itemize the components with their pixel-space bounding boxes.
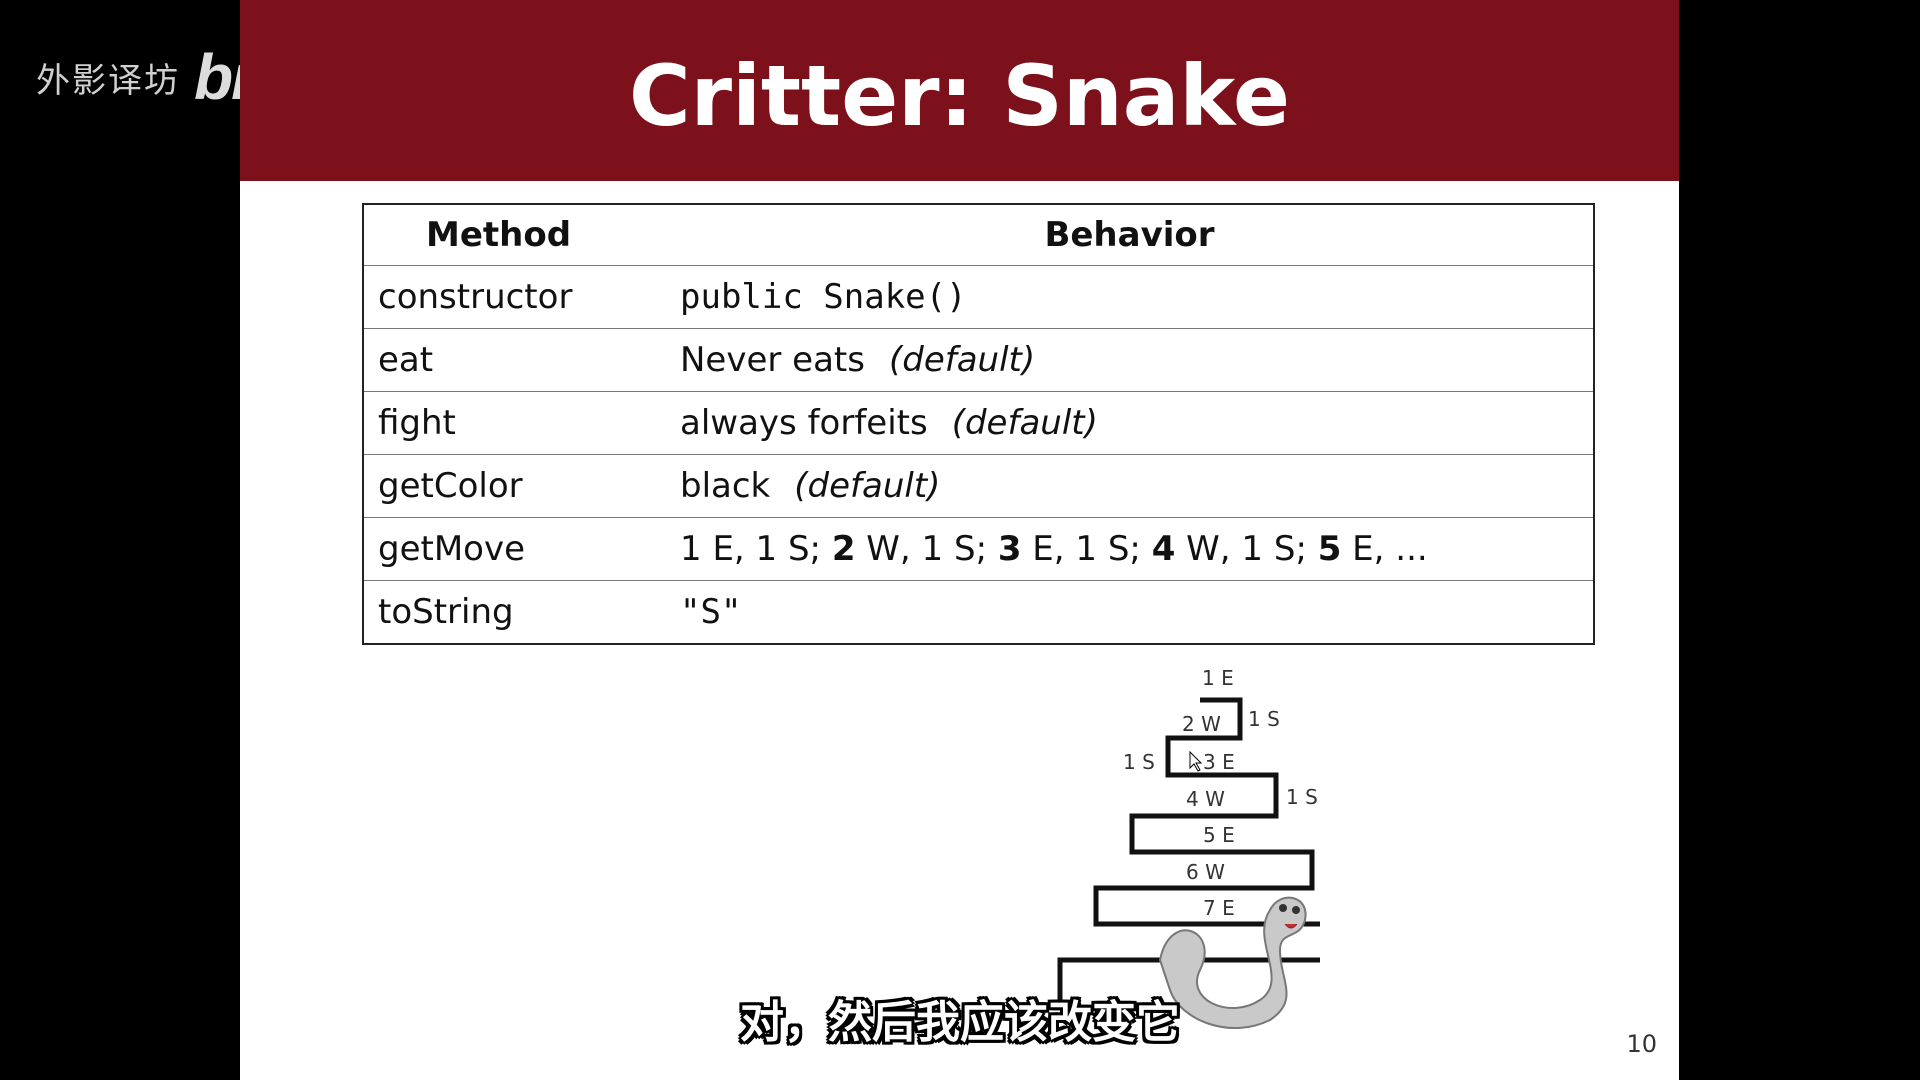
behavior-cell: "S"	[666, 580, 1594, 645]
behavior-text: Never eats	[680, 340, 865, 380]
behavior-note: (default)	[794, 466, 941, 506]
behavior-text: always forfeits	[680, 403, 928, 443]
table-row: fight always forfeits (default)	[363, 391, 1594, 455]
method-cell: constructor	[363, 265, 666, 329]
behavior-cell: Never eats (default)	[666, 328, 1594, 392]
move-part: E, 1 S;	[1021, 529, 1152, 569]
method-cell: toString	[363, 580, 666, 645]
header-behavior: Behavior	[666, 204, 1594, 266]
label-1s-b: 1 S	[1123, 750, 1155, 774]
video-subtitle: 对，然后我应该改变它	[740, 997, 1180, 1048]
table-row: getColor black (default)	[363, 454, 1594, 518]
label-5e: 5 E	[1203, 823, 1235, 847]
behavior-text: black	[680, 466, 771, 506]
label-1e: 1 E	[1202, 666, 1234, 690]
behavior-text: public Snake()	[680, 277, 967, 317]
table-row: getMove 1 E, 1 S; 2 W, 1 S; 3 E, 1 S; 4 …	[363, 517, 1594, 581]
move-part: E, ...	[1341, 529, 1428, 569]
method-cell: fight	[363, 391, 666, 455]
label-2w: 2 W	[1182, 712, 1221, 736]
behavior-note: (default)	[951, 403, 1098, 443]
move-part: W, 1 S;	[855, 529, 998, 569]
method-cell: getMove	[363, 517, 666, 581]
label-4w: 4 W	[1186, 787, 1225, 811]
table-row: eat Never eats (default)	[363, 328, 1594, 392]
table-header-row: Method Behavior	[363, 204, 1594, 266]
title-bar: Critter: Snake	[240, 0, 1679, 181]
header-method: Method	[363, 204, 666, 266]
label-3e: 3 E	[1203, 750, 1235, 774]
label-1s-c: 1 S	[1286, 785, 1318, 809]
label-1s-a: 1 S	[1248, 707, 1280, 731]
behavior-cell: black (default)	[666, 454, 1594, 518]
behavior-cell: always forfeits (default)	[666, 391, 1594, 455]
move-part-bold: 2	[831, 529, 856, 569]
move-part-bold: 4	[1151, 529, 1176, 569]
move-part-bold: 3	[997, 529, 1022, 569]
method-cell: eat	[363, 328, 666, 392]
method-cell: getColor	[363, 454, 666, 518]
table-row: constructor public Snake()	[363, 265, 1594, 329]
watermark-text: 外影译坊	[36, 60, 180, 101]
move-part-bold: 5	[1317, 529, 1342, 569]
slide-title: Critter: Snake	[629, 46, 1290, 145]
methods-table: Method Behavior constructor public Snake…	[362, 203, 1595, 645]
mouse-cursor-icon	[1189, 750, 1203, 772]
move-part: W, 1 S;	[1175, 529, 1318, 569]
table-row: toString "S"	[363, 580, 1594, 645]
behavior-cell: public Snake()	[666, 265, 1594, 329]
slide: Critter: Snake Method Behavior construct…	[240, 0, 1679, 1080]
behavior-cell: 1 E, 1 S; 2 W, 1 S; 3 E, 1 S; 4 W, 1 S; …	[666, 517, 1594, 581]
behavior-text: "S"	[680, 592, 742, 632]
move-part: 1 E, 1 S;	[680, 529, 832, 569]
behavior-note: (default)	[888, 340, 1036, 380]
